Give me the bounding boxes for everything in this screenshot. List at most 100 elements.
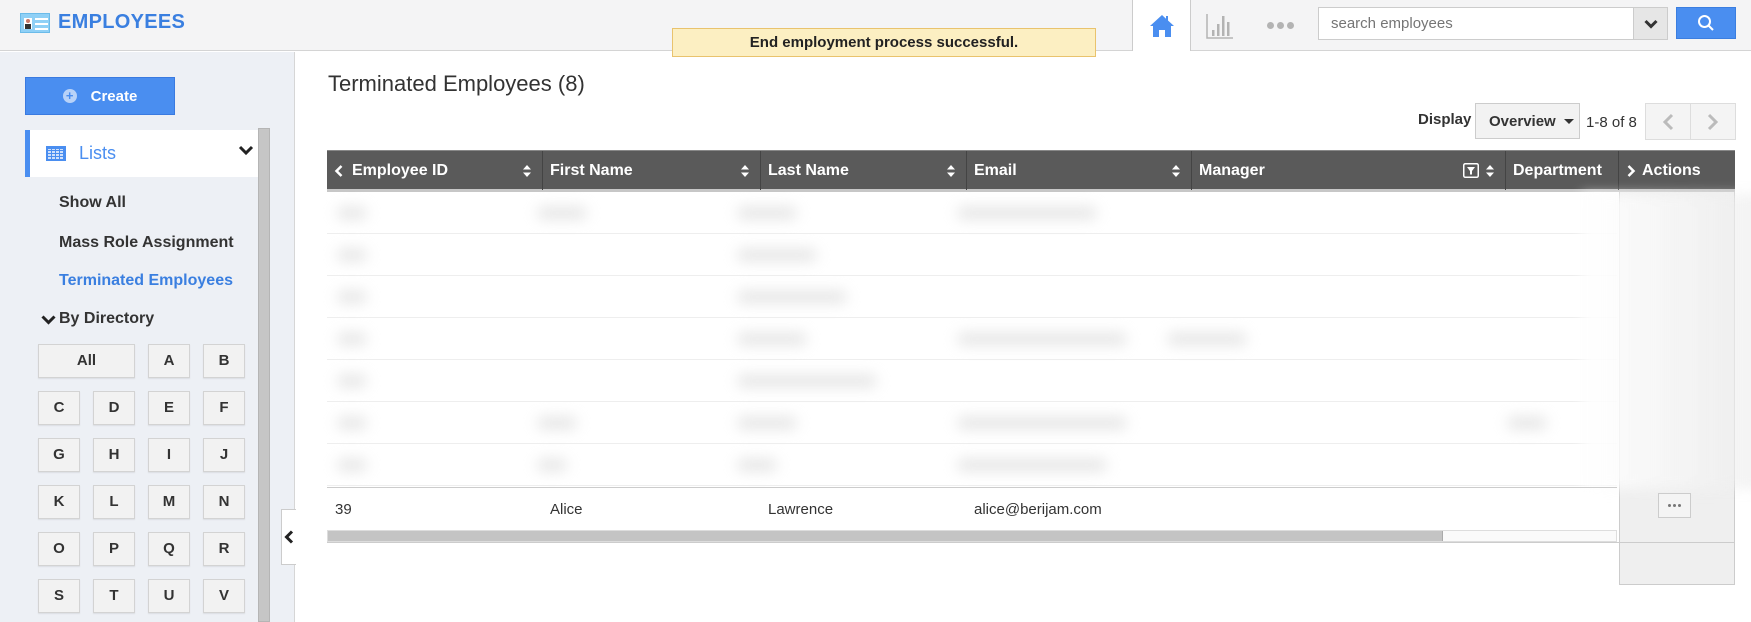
page-title: Terminated Employees (8) [328,71,585,96]
table-bottom-border [327,542,1735,543]
directory-letter-f[interactable]: F [203,391,245,425]
blurred-cell-text [957,459,1107,471]
column-header-email[interactable]: Email [967,151,1192,190]
directory-letter-d[interactable]: D [93,391,135,425]
column-header-department[interactable]: Department [1506,151,1619,190]
directory-letter-s[interactable]: S [38,579,80,613]
scroll-columns-left-icon[interactable] [334,164,344,178]
table-row-blurred [327,234,1617,276]
sidebar: + Create Lists Show All Mass Role Assign… [0,52,296,622]
directory-letter-a[interactable]: A [148,344,190,378]
nav-tab-more[interactable] [1255,0,1305,51]
column-header-first-name[interactable]: First Name [543,151,761,190]
sidebar-item-terminated-employees[interactable]: Terminated Employees [59,272,233,290]
directory-letter-v[interactable]: V [203,579,245,613]
directory-letter-e[interactable]: E [148,391,190,425]
table-icon [46,146,66,161]
next-page-button[interactable] [1690,103,1736,140]
blurred-cell-text [537,417,577,429]
loading-overlay [1582,194,1751,489]
blurred-cell-text [337,375,367,387]
table-row-blurred [327,192,1617,234]
display-mode-select[interactable]: Overview [1475,103,1580,139]
blurred-cell-text [337,459,367,471]
display-mode-value: Overview [1489,112,1556,130]
chevron-right-icon [1707,113,1719,130]
search-input[interactable] [1318,7,1634,40]
blurred-cell-text [737,333,807,345]
column-header-employee-id[interactable]: Employee ID [327,151,543,190]
column-header-manager[interactable]: Manager [1192,151,1506,190]
filter-icon[interactable] [1463,163,1479,178]
blurred-cell-text [737,207,797,219]
sort-icon[interactable] [946,163,956,179]
horizontal-scrollbar-thumb[interactable] [328,531,1443,541]
nav-tab-analytics[interactable] [1195,0,1245,51]
nav-tab-home[interactable] [1132,0,1191,51]
sidebar-scrollbar[interactable] [258,128,270,622]
table-row-blurred [327,318,1617,360]
directory-letter-b[interactable]: B [203,344,245,378]
blurred-cell-text [1167,333,1247,345]
blurred-rows [327,192,1617,487]
directory-letter-o[interactable]: O [38,532,80,566]
blurred-cell-text [957,417,1127,429]
table-header: Employee ID First Name Last Name Email M… [327,150,1735,192]
display-label: Display [1418,111,1472,128]
chevron-down-icon [1643,19,1658,29]
create-button[interactable]: + Create [25,77,175,115]
search-button[interactable] [1676,7,1736,39]
sort-icon[interactable] [1485,163,1495,179]
blurred-cell-text [737,291,847,303]
sort-icon[interactable] [740,163,750,179]
by-directory-toggle[interactable]: By Directory [41,310,154,328]
directory-letter-all[interactable]: All [38,344,135,378]
directory-letter-h[interactable]: H [93,438,135,472]
directory-letter-m[interactable]: M [148,485,190,519]
create-label: Create [90,87,138,105]
directory-letter-r[interactable]: R [203,532,245,566]
search-icon [1698,15,1714,31]
more-dots-icon [1266,22,1294,29]
cell-first-name: Alice [550,501,583,518]
directory-letter-q[interactable]: Q [148,532,190,566]
sort-icon[interactable] [522,163,532,179]
directory-letter-u[interactable]: U [148,579,190,613]
directory-letter-t[interactable]: T [93,579,135,613]
blurred-cell-text [337,417,367,429]
more-dots-icon [1668,504,1671,507]
column-header-last-name[interactable]: Last Name [761,151,967,190]
sidebar-lists-section[interactable]: Lists [25,130,258,177]
row-actions-button[interactable] [1658,493,1691,518]
table-row-blurred [327,444,1617,486]
table-row[interactable]: 39 Alice Lawrence alice@berijam.com [327,487,1617,530]
search-options-dropdown[interactable] [1633,7,1668,40]
directory-letter-p[interactable]: P [93,532,135,566]
app-title: EMPLOYEES [58,11,186,33]
directory-letter-k[interactable]: K [38,485,80,519]
blurred-cell-text [337,333,367,345]
directory-letter-l[interactable]: L [93,485,135,519]
sort-icon[interactable] [1171,163,1181,179]
directory-letter-i[interactable]: I [148,438,190,472]
chevron-left-icon [1662,113,1674,130]
directory-letter-c[interactable]: C [38,391,80,425]
cell-employee-id: 39 [335,501,352,518]
sidebar-item-mass-role-assignment[interactable]: Mass Role Assignment [59,234,234,252]
bar-chart-icon [1206,13,1233,39]
sidebar-item-show-all[interactable]: Show All [59,194,126,212]
scroll-columns-right-icon[interactable] [1626,164,1636,178]
caret-down-icon [1563,118,1574,124]
app-brand[interactable]: EMPLOYEES [20,11,185,34]
previous-page-button[interactable] [1645,103,1691,140]
column-header-actions[interactable]: Actions [1619,151,1735,190]
horizontal-scrollbar[interactable] [327,530,1617,542]
directory-letter-j[interactable]: J [203,438,245,472]
directory-letter-g[interactable]: G [38,438,80,472]
table-row-blurred [327,402,1617,444]
blurred-cell-text [737,459,777,471]
table-row-blurred [327,276,1617,318]
collapse-sidebar-button[interactable] [281,509,296,565]
by-directory-label: By Directory [59,310,155,327]
directory-letter-n[interactable]: N [203,485,245,519]
